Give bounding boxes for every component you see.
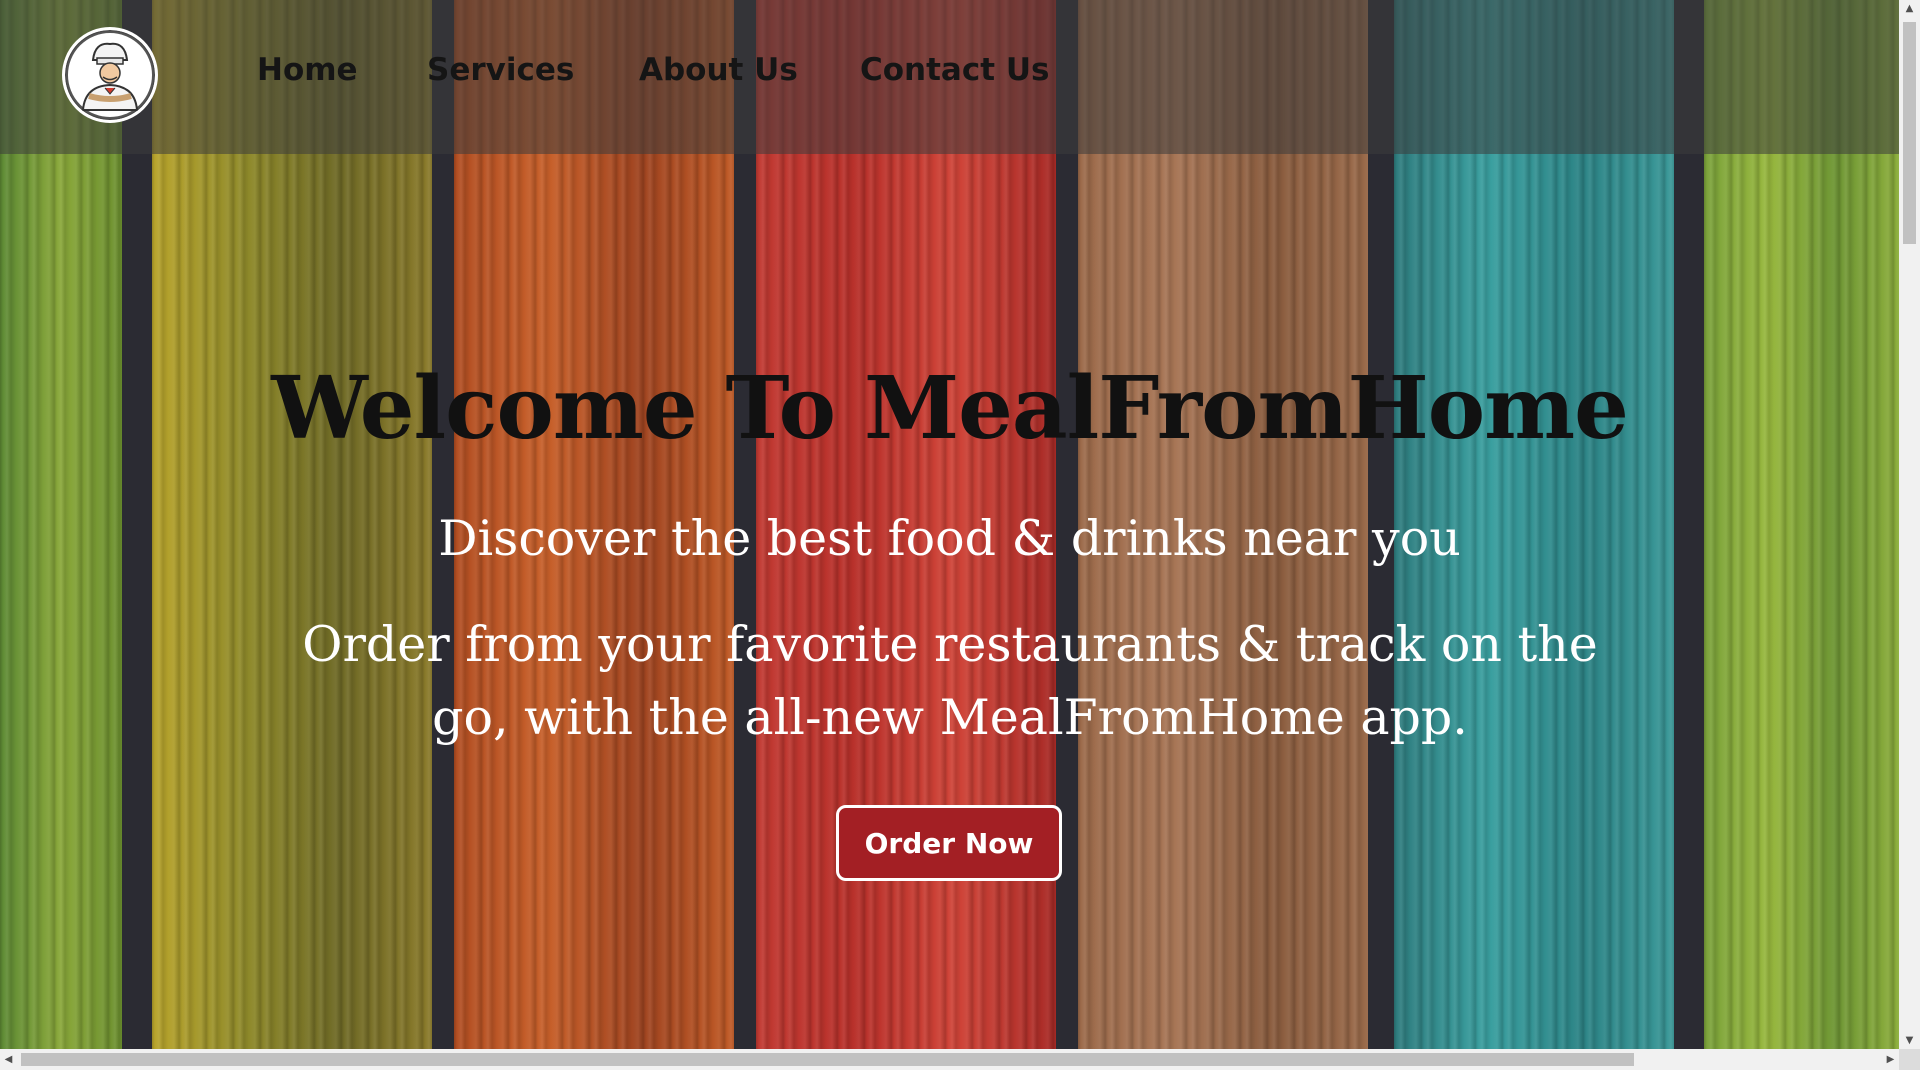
horizontal-scroll-thumb[interactable] [21, 1053, 1634, 1066]
hero-subtitle: Discover the best food & drinks near you [438, 510, 1461, 567]
caret-up-icon[interactable]: ▲ [1899, 0, 1920, 17]
nav-link-contact-us[interactable]: Contact Us [860, 52, 1049, 88]
caret-right-icon[interactable]: ▶ [1882, 1049, 1899, 1070]
hero-description: Order from your favorite restaurants & t… [302, 616, 1598, 746]
horizontal-scrollbar[interactable]: ◀ ▶ [0, 1049, 1899, 1070]
top-navbar: Home Services About Us Contact Us [0, 0, 1899, 154]
caret-down-icon[interactable]: ▼ [1899, 1032, 1920, 1049]
order-now-button[interactable]: Order Now [836, 805, 1062, 881]
nav-link-home[interactable]: Home [257, 52, 358, 88]
chef-logo-icon[interactable] [62, 27, 158, 123]
caret-left-icon[interactable]: ◀ [0, 1049, 17, 1070]
window-bottom-strip [0, 1070, 1920, 1080]
nav-link-about-us[interactable]: About Us [639, 52, 798, 88]
vertical-scroll-thumb[interactable] [1903, 22, 1916, 244]
hero-title: Welcome To MealFromHome [271, 358, 1629, 459]
scrollbar-corner [1899, 1049, 1920, 1070]
nav-link-services[interactable]: Services [427, 52, 574, 88]
vertical-scrollbar[interactable]: ▲ ▼ [1899, 0, 1920, 1049]
page-viewport: Home Services About Us Contact Us Welcom… [0, 0, 1899, 1049]
